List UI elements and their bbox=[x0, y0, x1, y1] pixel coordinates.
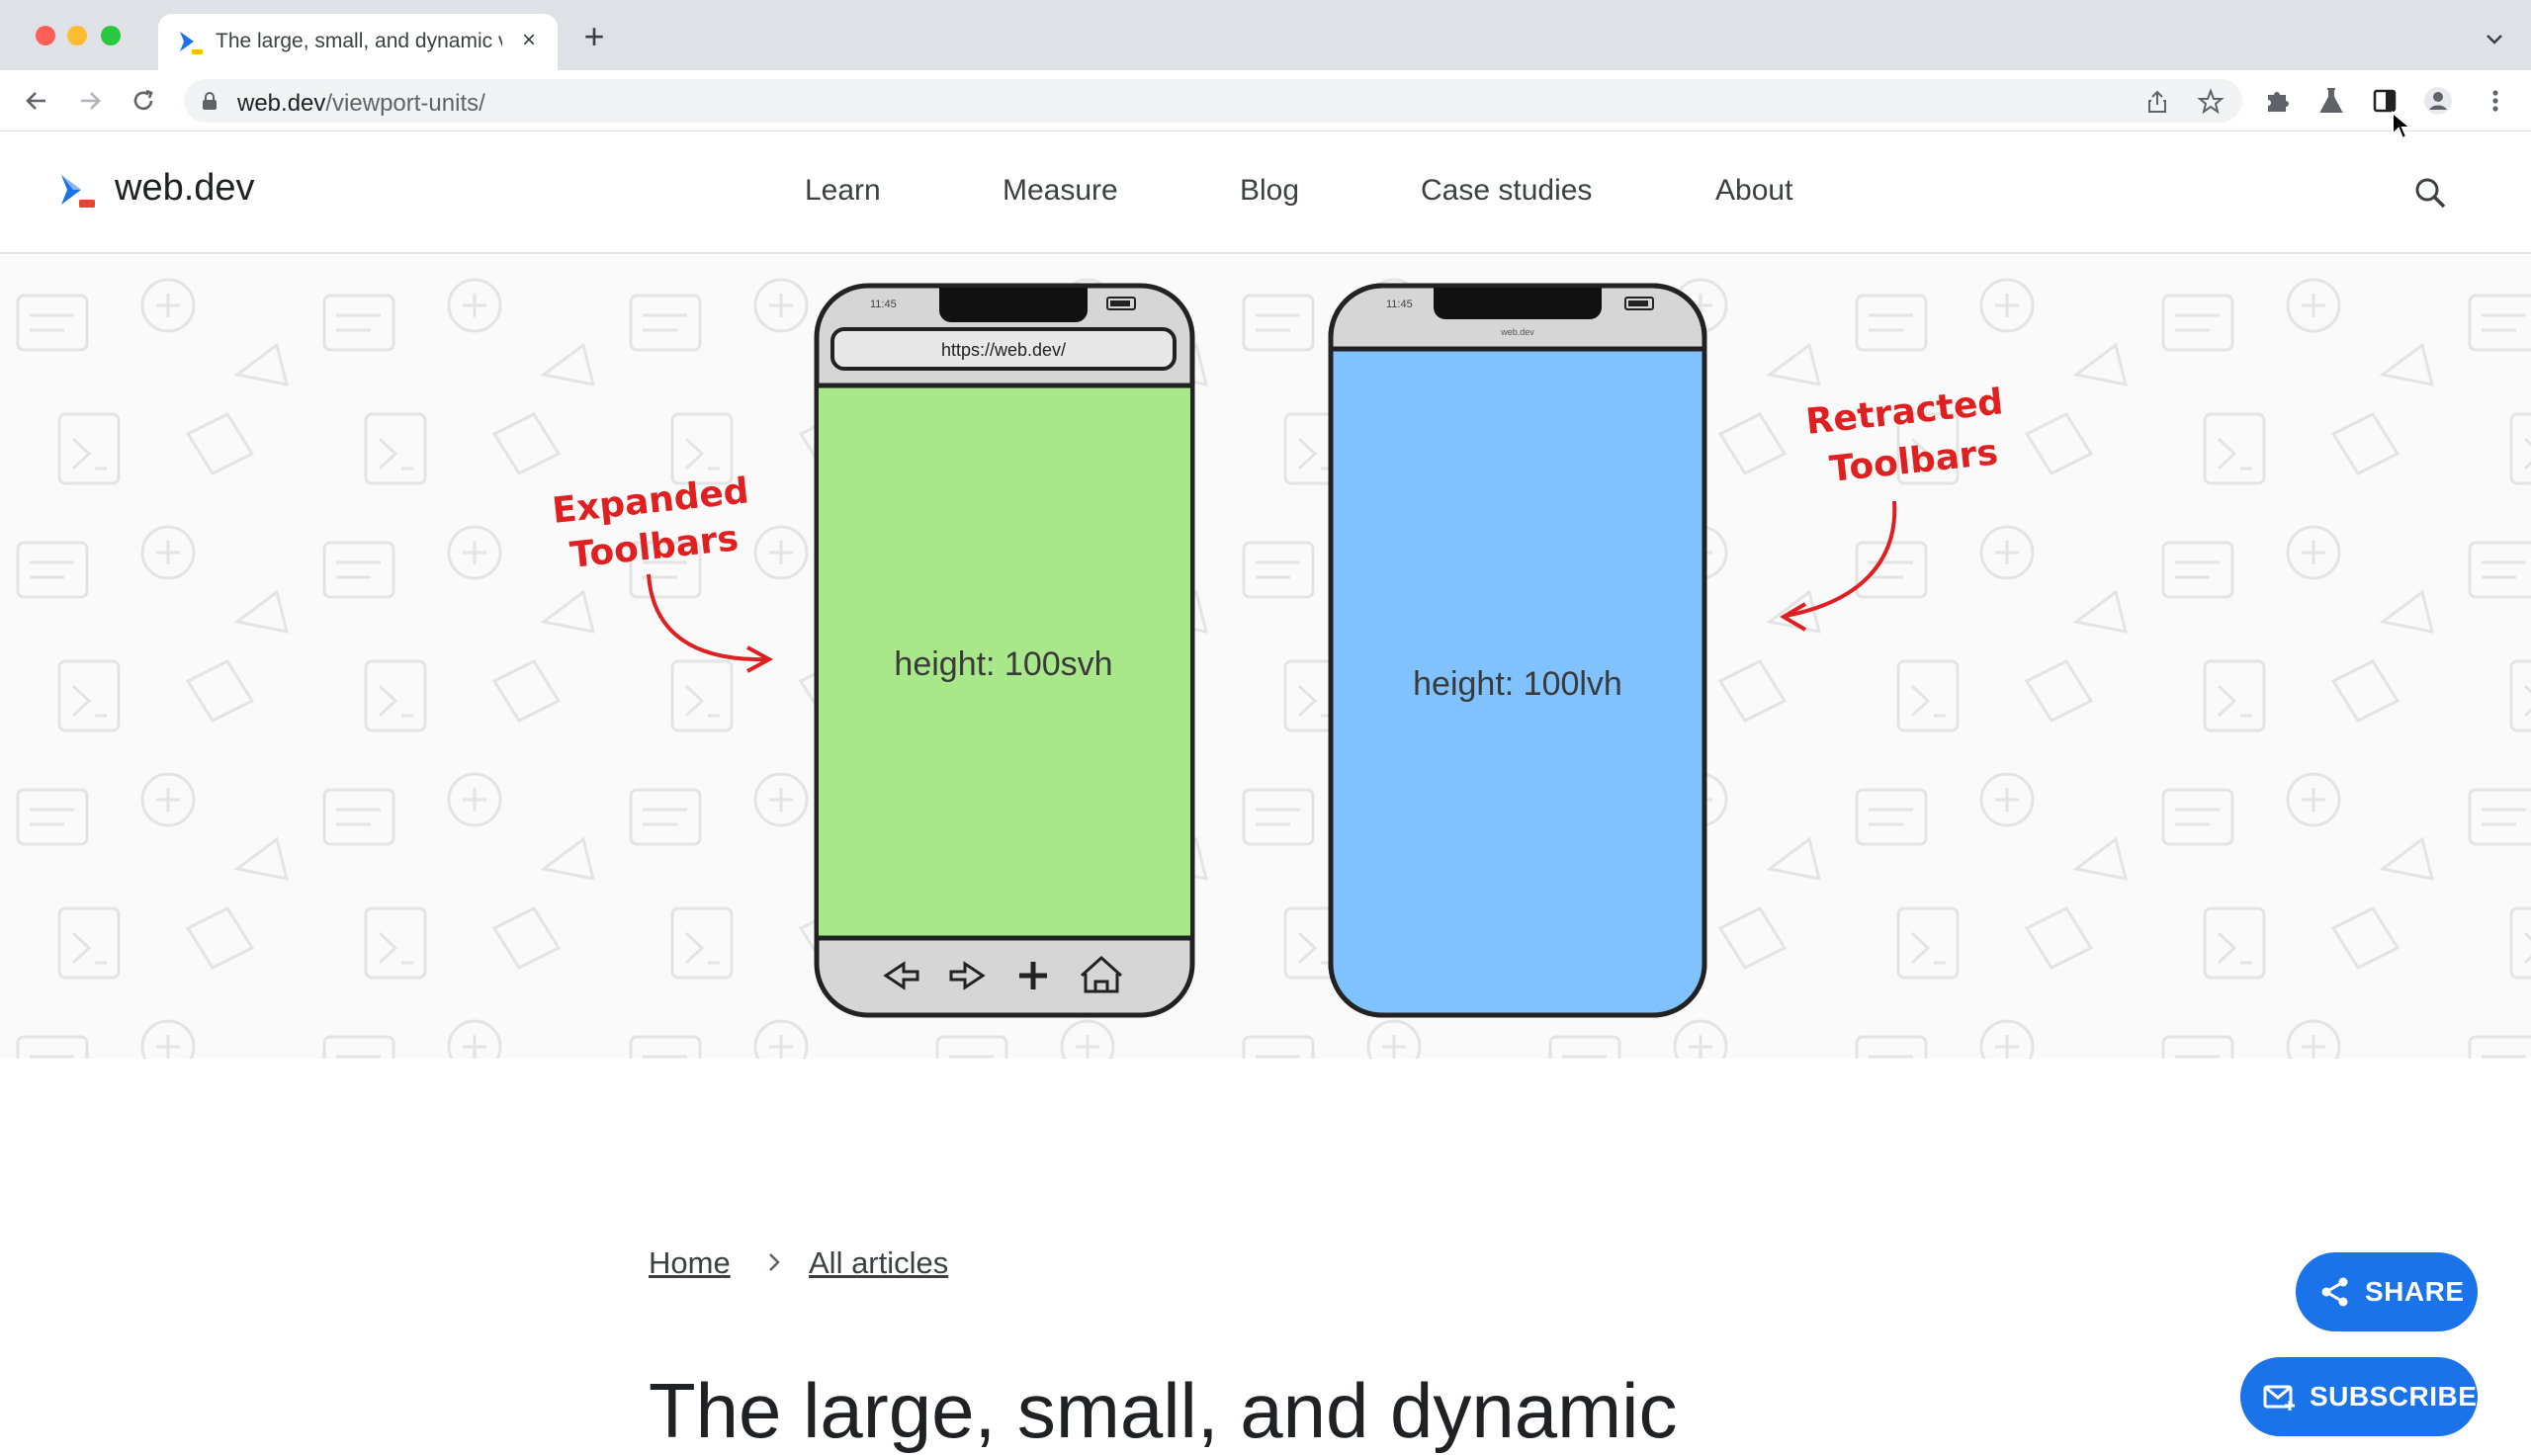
label-100lvh: height: 100lvh bbox=[1413, 665, 1622, 703]
phone-small-viewport: 11:45 https://web.dev/ height: 100svh bbox=[814, 283, 1195, 1018]
browser-titlebar: The large, small, and dynamic v × + bbox=[0, 0, 2531, 70]
nav-measure[interactable]: Measure bbox=[1003, 174, 1118, 208]
lock-icon[interactable] bbox=[200, 91, 219, 111]
browser-tab-active[interactable]: The large, small, and dynamic v × bbox=[158, 14, 558, 70]
webdev-logo-icon[interactable] bbox=[57, 171, 99, 213]
window-close-button[interactable] bbox=[36, 26, 55, 45]
annotation-expanded: Expanded Toolbars bbox=[551, 471, 774, 673]
window-maximize-button[interactable] bbox=[101, 26, 121, 45]
viewport-units-diagram: 11:45 https://web.dev/ height: 100svh 11… bbox=[551, 283, 2005, 1018]
annotation-retracted: Retracted Toolbars bbox=[1780, 382, 2005, 632]
share-button[interactable]: SHARE bbox=[2296, 1252, 2478, 1331]
phone-address-text: web.dev bbox=[1500, 327, 1534, 337]
phone-address-text: https://web.dev/ bbox=[941, 340, 1066, 360]
share-page-icon[interactable] bbox=[2143, 88, 2171, 116]
svg-text:Toolbars: Toolbars bbox=[1828, 432, 2000, 490]
profile-avatar-icon[interactable] bbox=[2422, 85, 2454, 117]
webdev-favicon-icon bbox=[180, 32, 203, 54]
site-header: web.dev Learn Measure Blog Case studies … bbox=[0, 131, 2531, 254]
share-icon bbox=[2321, 1277, 2348, 1307]
search-icon[interactable] bbox=[2412, 175, 2448, 211]
tab-close-icon[interactable]: × bbox=[514, 26, 544, 55]
nav-about[interactable]: About bbox=[1715, 174, 1792, 208]
status-time: 11:45 bbox=[1386, 299, 1413, 310]
nav-learn[interactable]: Learn bbox=[805, 174, 881, 208]
tab-title: The large, small, and dynamic v bbox=[216, 30, 502, 52]
window-minimize-button[interactable] bbox=[67, 26, 87, 45]
forward-arrow-icon[interactable] bbox=[71, 82, 109, 120]
site-logo-text[interactable]: web.dev bbox=[115, 167, 255, 210]
mail-icon bbox=[2263, 1385, 2295, 1411]
bookmark-star-icon[interactable] bbox=[2197, 88, 2225, 116]
back-arrow-icon[interactable] bbox=[18, 82, 55, 120]
address-bar[interactable]: web.dev/viewport-units/ bbox=[184, 79, 2242, 123]
mouse-cursor-icon bbox=[2392, 111, 2412, 140]
hero-illustration: 11:45 https://web.dev/ height: 100svh 11… bbox=[0, 256, 2531, 1059]
phone-large-viewport: 11:45 web.dev height: 100lvh bbox=[1328, 283, 1707, 1018]
nav-blog[interactable]: Blog bbox=[1240, 174, 1299, 208]
reload-icon[interactable] bbox=[125, 82, 162, 120]
browser-menu-kebab-icon[interactable] bbox=[2480, 85, 2511, 117]
breadcrumb-all-articles[interactable]: All articles bbox=[809, 1245, 948, 1281]
breadcrumb-home[interactable]: Home bbox=[649, 1245, 731, 1281]
labs-flask-icon[interactable] bbox=[2315, 85, 2347, 117]
extensions-puzzle-icon[interactable] bbox=[2262, 85, 2294, 117]
chevron-right-icon bbox=[769, 1253, 780, 1271]
subscribe-label: SUBSCRIBE bbox=[2310, 1381, 2478, 1412]
nav-case-studies[interactable]: Case studies bbox=[1421, 174, 1592, 208]
tab-search-chevron-icon[interactable] bbox=[2484, 28, 2505, 49]
article-title: The large, small, and dynamic bbox=[649, 1367, 1678, 1454]
url-text[interactable]: web.dev/viewport-units/ bbox=[237, 90, 485, 118]
subscribe-button[interactable]: SUBSCRIBE bbox=[2240, 1357, 2478, 1436]
share-label: SHARE bbox=[2365, 1276, 2465, 1307]
status-time: 11:45 bbox=[870, 299, 897, 310]
browser-toolbar: web.dev/viewport-units/ bbox=[0, 70, 2531, 131]
label-100svh: height: 100svh bbox=[894, 645, 1112, 683]
new-tab-button[interactable]: + bbox=[577, 19, 611, 55]
